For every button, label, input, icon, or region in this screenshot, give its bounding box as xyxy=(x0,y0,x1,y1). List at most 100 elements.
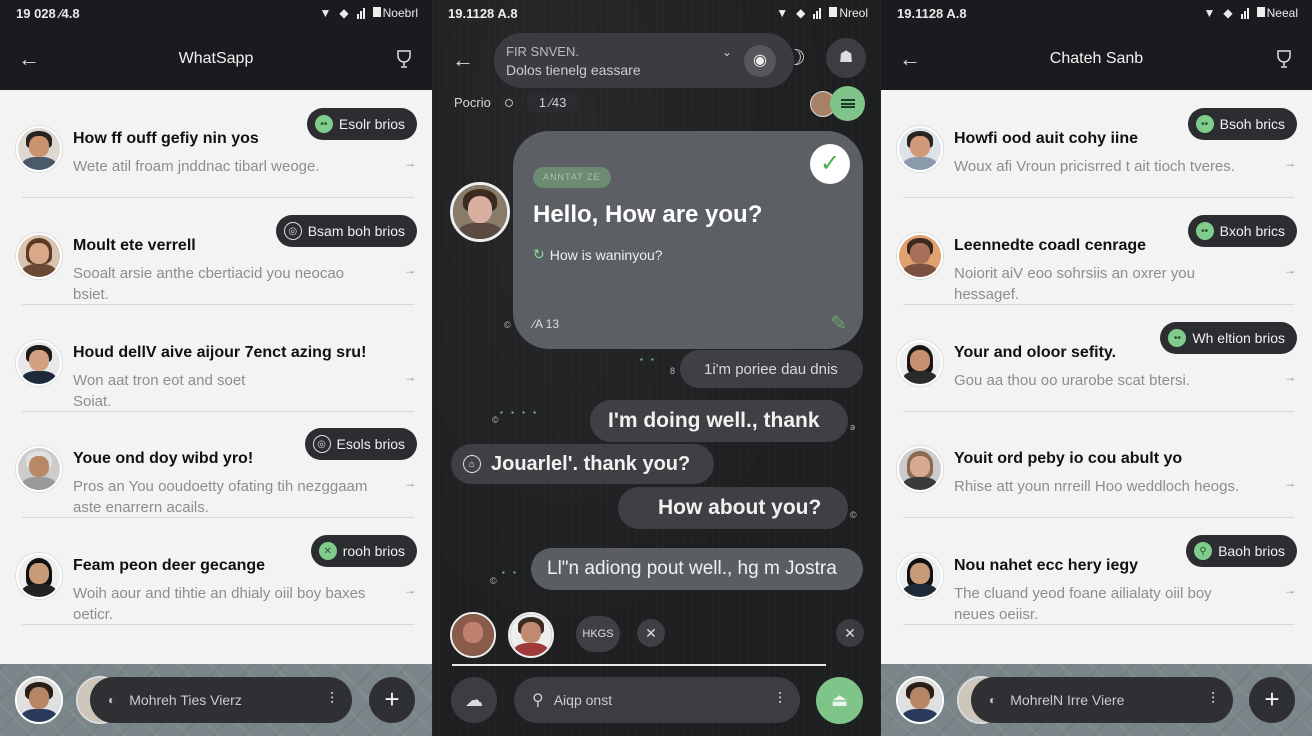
trophy-icon[interactable] xyxy=(1274,48,1294,70)
chat-name: Youe ond doy wibd yro! xyxy=(73,450,254,467)
message-bubble[interactable]: I'm doing well., thank xyxy=(590,400,848,442)
message-card[interactable]: ANNTAT ZE ✓ Hello, How are you? ↻ How is … xyxy=(513,131,863,349)
pill-label: rooh brios xyxy=(342,543,405,559)
status-ring-icon: ◎ xyxy=(312,435,331,453)
message-placeholder: Aiqp onst xyxy=(553,692,613,708)
profile-avatar[interactable] xyxy=(896,676,944,724)
chat-preview: Sooalt arsie anthe cbertiacid you neocao… xyxy=(73,265,345,303)
trophy-icon[interactable] xyxy=(394,48,414,70)
conversation-header[interactable]: FIR SNVEN. Dolos tienelg eassare ⌄ ◉ ☽ xyxy=(494,33,806,88)
avatar xyxy=(16,233,62,279)
status-pill[interactable]: •• Bsoh brics xyxy=(1187,108,1297,140)
chat-name: Your and oloor sefity. xyxy=(954,344,1117,361)
pill-label: Bsoh brics xyxy=(1219,116,1285,132)
send-button[interactable]: ⏏ xyxy=(816,677,863,724)
mic-icon[interactable]: ⫶ xyxy=(1211,691,1215,709)
search-bar[interactable]: ◐ Mohreh Ties Vierz ⫶ xyxy=(90,677,352,723)
avatar xyxy=(897,553,943,599)
reaction-icon[interactable]: ✎ xyxy=(830,311,847,336)
read-receipt-icon: © xyxy=(850,510,857,520)
chat-list-item[interactable]: Feam peon deer gecange Woih aour and tih… xyxy=(0,519,432,625)
chat-list-item[interactable]: Leennedte coadl cenrage Noiorit aiV eoo … xyxy=(881,199,1312,305)
chat-preview: Won aat tron eot and soet Soiat. xyxy=(73,372,246,410)
chevron-right-icon: → xyxy=(1284,263,1296,277)
chat-list-item[interactable]: Houd dellV aive aijour 7enct azing sru! … xyxy=(0,306,432,412)
back-arrow-icon[interactable]: ← xyxy=(899,48,921,70)
bot-button[interactable]: ☗ xyxy=(826,38,866,78)
notification-icon: ▼ xyxy=(776,6,789,20)
status-pill[interactable]: ◎ Esols brios xyxy=(304,428,417,460)
camera-icon[interactable]: ◉ xyxy=(744,45,776,77)
chat-name: Howfi ood auit cohy iine xyxy=(954,130,1138,147)
chat-list-item[interactable]: Youit ord peby io cou abult yo Rhise att… xyxy=(881,412,1312,518)
close-icon[interactable]: ✕ xyxy=(637,619,665,647)
chat-list-screen-right: 19.1128 A.8 ▼ ◆ Neeal ← Chateh Sanb Howf… xyxy=(881,0,1312,736)
moon-icon[interactable]: ☽ xyxy=(786,45,806,71)
message-bubble[interactable]: ⌂ Jouarlel'. thank you? xyxy=(451,444,714,484)
chat-name: Houd dellV aive aijour 7enct azing sru! xyxy=(73,344,367,361)
contact-avatar[interactable] xyxy=(508,612,554,658)
message-heading: Hello, How are you? xyxy=(533,201,763,228)
message-bubble[interactable]: How about you? xyxy=(618,487,848,529)
check-icon[interactable]: ✓ xyxy=(810,144,850,184)
avatar xyxy=(897,446,943,492)
mic-icon[interactable]: ⫶ xyxy=(778,691,782,709)
status-pill[interactable]: ⚲ Baoh brios xyxy=(1186,535,1297,567)
status-pill[interactable]: •• Wh eltion brios xyxy=(1160,322,1297,354)
chat-name: Youit ord peby io cou abult yo xyxy=(954,450,1183,467)
pill-label: Baoh brios xyxy=(1218,543,1285,559)
back-arrow-icon[interactable]: ← xyxy=(18,48,40,70)
menu-button[interactable] xyxy=(830,86,865,121)
chat-name: Leennedte coadl cenrage xyxy=(954,237,1147,254)
chat-list-item[interactable]: Youe ond doy wibd yro! Pros an You ooudo… xyxy=(0,412,432,518)
new-chat-button[interactable]: + xyxy=(1249,677,1295,723)
hamburger-icon xyxy=(840,98,855,110)
profile-avatar[interactable] xyxy=(15,676,63,724)
emoji-icon[interactable]: ☁ xyxy=(451,677,497,723)
contact-avatar[interactable] xyxy=(450,612,496,658)
chat-list-screen-left: 19 028 ⁄4.8 ▼ ◆ Noebrl ← WhatSapp How ff… xyxy=(0,0,432,736)
read-receipt-icon: ə xyxy=(850,422,856,432)
avatar xyxy=(16,553,62,599)
status-bar: 19 028 ⁄4.8 ▼ ◆ Noebrl xyxy=(0,0,432,26)
wifi-icon: ◆ xyxy=(796,6,806,20)
divider xyxy=(903,197,1294,198)
wifi-icon: ◆ xyxy=(1223,6,1233,20)
status-dot-icon: •• xyxy=(314,115,333,133)
search-bar[interactable]: ◐ MohrelN Irre Viere ⫶ xyxy=(971,677,1233,723)
search-icon: ⚲ xyxy=(532,692,544,709)
chevron-down-icon[interactable]: ⌄ xyxy=(722,45,732,59)
signal-icon xyxy=(356,7,365,19)
chat-list-item[interactable]: Howfi ood auit cohy iine Woux afi Vroun … xyxy=(881,92,1312,198)
mic-icon[interactable]: ⫶ xyxy=(330,691,334,709)
pill-label: Bsam boh brios xyxy=(307,223,405,239)
chat-list-item[interactable]: Nou nahet ecc hery iegy The cluand yeod … xyxy=(881,519,1312,625)
chat-name: Moult ete verrell xyxy=(73,237,196,254)
status-pill[interactable]: •• Esolr brios xyxy=(306,108,417,140)
chat-list-item[interactable]: How ff ouff gefiy nin yos Wete atil froa… xyxy=(0,92,432,198)
status-pill[interactable]: ◎ Bsam boh brios xyxy=(275,215,417,247)
close-icon[interactable]: ✕ xyxy=(836,619,864,647)
bot-icon: ☗ xyxy=(838,49,854,66)
status-pill[interactable]: ✕ rooh brios xyxy=(310,535,417,567)
divider xyxy=(903,304,1294,305)
sender-avatar[interactable] xyxy=(450,182,510,242)
new-chat-button[interactable]: + xyxy=(369,677,415,723)
divider xyxy=(22,304,414,305)
message-bubble[interactable]: 1i'm poriee dau dnis xyxy=(680,350,863,388)
message-bubble[interactable]: Ll"n adiong pout well., hg m Jostra xyxy=(531,548,863,590)
battery-icon xyxy=(1256,7,1265,17)
avatar xyxy=(16,446,62,492)
read-receipt-icon: © xyxy=(504,320,511,330)
message-input[interactable]: ⚲ Aiqp onst ⫶ xyxy=(514,677,800,723)
back-arrow-icon[interactable]: ← xyxy=(452,47,474,73)
status-pill[interactable]: •• Bxoh brics xyxy=(1187,215,1297,247)
sticker-chip[interactable]: HKGS xyxy=(576,616,620,652)
carrier-label: Nreol xyxy=(839,6,868,20)
chat-list: How ff ouff gefiy nin yos Wete atil froa… xyxy=(0,92,432,664)
chat-list-item[interactable]: Moult ete verrell Sooalt arsie anthe cbe… xyxy=(0,199,432,305)
chat-preview: Woih aour and tihtie an dhialy oiil boy … xyxy=(73,585,366,623)
status-bar: 19.1128 A.8 ▼ ◆ Neeal xyxy=(881,0,1312,26)
chat-list-item[interactable]: Your and oloor sefity. Gou aa thou oo ur… xyxy=(881,306,1312,412)
sub-label: Pocrio xyxy=(454,95,491,110)
